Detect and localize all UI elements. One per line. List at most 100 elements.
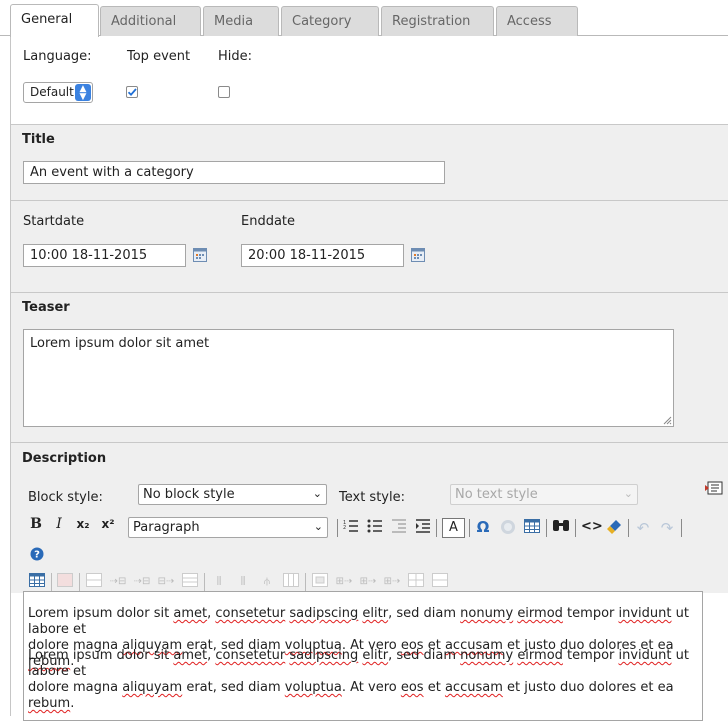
tab-media-label: Media — [214, 14, 254, 29]
tab-registration-label: Registration — [392, 14, 471, 29]
top-event-checkbox[interactable] — [126, 86, 138, 98]
table-merge-icon[interactable] — [407, 573, 425, 591]
description-editor[interactable]: Lorem ipsum dolor sit amet, consetetur s… — [23, 591, 703, 721]
tab-additional-label: Additional — [111, 14, 177, 29]
table-row-delete-icon[interactable]: ⊟⇢ — [157, 573, 175, 591]
format-select[interactable]: Paragraph ⌄ — [128, 517, 328, 538]
superscript-icon[interactable]: x² — [99, 515, 117, 533]
calendar-icon[interactable] — [411, 248, 425, 262]
subscript-icon[interactable]: x₂ — [74, 515, 92, 533]
language-select[interactable]: Default ▲ ▼ — [23, 82, 93, 103]
toolbar-separator — [575, 519, 576, 537]
title-input-value: An event with a category — [30, 165, 194, 180]
calendar-icon-graphic — [193, 248, 207, 262]
block-style-value: No block style — [143, 487, 235, 502]
unordered-list-icon[interactable] — [366, 519, 384, 537]
table-col-before-icon[interactable]: ⫼ — [210, 573, 228, 591]
toolbar-separator — [51, 573, 52, 591]
toolbar-separator — [628, 519, 629, 537]
misspelled-word: amet — [173, 648, 208, 663]
find-icon[interactable] — [552, 519, 570, 537]
help-icon[interactable]: ? — [28, 547, 46, 565]
misspelled-word: elitr — [362, 606, 389, 621]
table-cell-split-icon[interactable]: ⊞⇢ — [359, 573, 377, 591]
clean-format-icon[interactable] — [605, 519, 623, 537]
ordered-list-icon[interactable]: 12 — [342, 519, 360, 537]
misspelled-word: invidunt — [618, 606, 672, 621]
teaser-section: Teaser Lorem ipsum dolor sit amet — [11, 293, 728, 442]
text-style-label: Text style: — [339, 490, 405, 505]
toolbar-separator — [337, 519, 338, 537]
indent-icon[interactable] — [414, 519, 432, 537]
text-run: dolore magna — [28, 680, 123, 695]
table-col-after-icon[interactable]: ⫼ — [234, 573, 252, 591]
toolbar-separator — [305, 573, 306, 591]
table-row-after-icon[interactable]: ⇢⊟ — [133, 573, 151, 591]
enddate-input[interactable]: 20:00 18-11-2015 — [241, 244, 404, 267]
outdent-icon[interactable] — [390, 519, 408, 537]
chevron-down-icon: ⌄ — [312, 487, 322, 500]
source-code-icon[interactable]: <> — [581, 518, 603, 536]
startdate-input[interactable]: 10:00 18-11-2015 — [23, 244, 186, 267]
table-split-icon[interactable] — [431, 573, 449, 591]
redo-icon[interactable]: ↷ — [658, 519, 676, 537]
tab-access[interactable]: Access — [496, 6, 578, 36]
table-cell-delete-icon[interactable]: ⊞⇢ — [383, 573, 401, 591]
general-section: Language: Top event Hide: Default ▲ ▼ — [11, 36, 728, 124]
misspelled-word: elitr — [362, 648, 389, 663]
title-input[interactable]: An event with a category — [23, 161, 445, 184]
table-col-delete-icon[interactable]: ⫛ — [258, 573, 276, 591]
calendar-icon-graphic — [411, 248, 425, 262]
teaser-textarea[interactable]: Lorem ipsum dolor sit amet — [23, 329, 674, 427]
dates-section: Startdate Enddate 10:00 18-11-2015 20:00… — [11, 201, 728, 292]
table-row-props-icon[interactable] — [85, 573, 103, 591]
table-row-split-icon[interactable] — [181, 573, 199, 591]
tab-category[interactable]: Category — [281, 6, 379, 36]
table-insert-icon[interactable] — [28, 573, 46, 591]
resize-grip-icon[interactable] — [663, 416, 672, 425]
text-style-value: No text style — [455, 487, 538, 502]
misspelled-word: consetetur — [215, 606, 286, 621]
table-delete-icon[interactable] — [56, 573, 74, 591]
table-cell-props-icon[interactable] — [311, 573, 329, 591]
table-icon[interactable] — [523, 519, 541, 537]
bold-icon[interactable]: B — [27, 515, 45, 533]
tab-registration[interactable]: Registration — [381, 6, 494, 36]
description-section: Description Block style: No block style … — [11, 443, 728, 593]
form-panel: Language: Top event Hide: Default ▲ ▼ Tit… — [10, 36, 728, 721]
svg-text:?: ? — [34, 550, 40, 561]
hide-checkbox[interactable] — [218, 86, 230, 98]
undo-icon[interactable]: ↶ — [634, 519, 652, 537]
description-heading: Description — [22, 451, 107, 466]
tab-additional[interactable]: Additional — [100, 6, 201, 36]
text-color-icon[interactable]: A — [442, 518, 465, 538]
chevron-down-icon: ⌄ — [623, 487, 633, 500]
italic-icon[interactable]: I — [50, 515, 68, 533]
table-row-before-icon[interactable]: ⇢⊟ — [109, 573, 127, 591]
enddate-label: Enddate — [241, 214, 296, 229]
misspelled-word: accusam — [444, 680, 503, 695]
table-cell-merge-icon[interactable]: ⊞⇢ — [335, 573, 353, 591]
tab-media[interactable]: Media — [203, 6, 279, 36]
format-value: Paragraph — [133, 520, 200, 535]
calendar-icon[interactable] — [193, 248, 207, 262]
block-style-select[interactable]: No block style ⌄ — [138, 484, 327, 505]
toolbar-separator — [469, 519, 470, 537]
misspelled-word: eirmod — [517, 648, 563, 663]
editor-toggle-icon[interactable] — [705, 480, 723, 496]
table-col-split-icon[interactable] — [282, 573, 300, 591]
tab-access-label: Access — [507, 14, 552, 29]
text-run: tempor — [562, 648, 619, 663]
special-character-icon[interactable]: Ω — [474, 518, 492, 536]
tab-general[interactable]: General — [10, 4, 99, 37]
insert-link-icon[interactable] — [499, 519, 517, 537]
select-arrows-icon: ▲ ▼ — [75, 84, 91, 102]
enddate-value: 20:00 18-11-2015 — [248, 248, 366, 263]
hide-label: Hide: — [218, 49, 253, 64]
language-label: Language: — [23, 49, 92, 64]
checkmark-icon — [127, 88, 137, 97]
startdate-value: 10:00 18-11-2015 — [30, 248, 148, 263]
toolbar-separator — [204, 573, 205, 591]
misspelled-word: eos — [400, 680, 424, 695]
text-run: Lorem ipsum dolor sit — [28, 606, 174, 621]
